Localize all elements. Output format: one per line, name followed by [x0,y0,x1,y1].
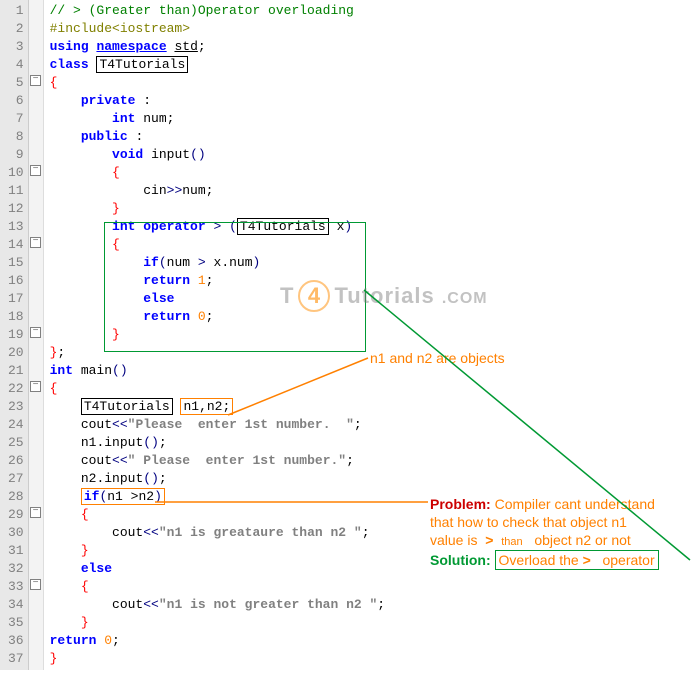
line-number: 22 [8,380,24,398]
line-number: 5 [8,74,24,92]
line-number: 20 [8,344,24,362]
fold-icon[interactable]: − [30,165,41,176]
fold-icon[interactable]: − [30,507,41,518]
code-line: } [50,650,698,668]
code-line: return 0; [50,632,698,650]
line-number: 27 [8,470,24,488]
code-line: } [50,614,698,632]
code-line: if(num > x.num) [50,254,698,272]
line-number: 10 [8,164,24,182]
code-line: void input() [50,146,698,164]
code-line: using namespace std; [50,38,698,56]
fold-icon[interactable]: − [30,237,41,248]
code-line: } [50,326,698,344]
line-number: 26 [8,452,24,470]
fold-icon[interactable]: − [30,579,41,590]
fold-icon[interactable]: − [30,381,41,392]
line-number: 17 [8,290,24,308]
code-line: { [50,380,698,398]
fold-gutter: − − − − − − − [29,0,44,670]
fold-icon[interactable]: − [30,75,41,86]
line-number: 14 [8,236,24,254]
line-number: 23 [8,398,24,416]
line-number: 9 [8,146,24,164]
line-number: 11 [8,182,24,200]
code-line: public : [50,128,698,146]
line-number: 24 [8,416,24,434]
code-line: T4Tutorials n1,n2; [50,398,698,416]
line-number: 28 [8,488,24,506]
code-line: } [50,200,698,218]
code-line: { [50,74,698,92]
line-number: 6 [8,92,24,110]
line-number: 3 [8,38,24,56]
line-number: 29 [8,506,24,524]
line-number: 34 [8,596,24,614]
code-line: int operator > (T4Tutorials x) [50,218,698,236]
line-number: 8 [8,128,24,146]
line-number: 30 [8,524,24,542]
code-line: class T4Tutorials [50,56,698,74]
code-line: { [50,578,698,596]
code-line: cin>>num; [50,182,698,200]
line-number-gutter: 1 2 3 4 5 6 7 8 9 10 11 12 13 14 15 16 1… [0,0,29,670]
line-number: 1 [8,2,24,20]
code-line: n1.input(); [50,434,698,452]
watermark: T4Tutorials .COM [280,280,488,312]
line-number: 7 [8,110,24,128]
line-number: 19 [8,326,24,344]
line-number: 12 [8,200,24,218]
code-line: private : [50,92,698,110]
line-number: 37 [8,650,24,668]
code-line: int num; [50,110,698,128]
line-number: 15 [8,254,24,272]
line-number: 13 [8,218,24,236]
code-line: #include<iostream> [50,20,698,38]
line-number: 16 [8,272,24,290]
line-number: 31 [8,542,24,560]
code-line: n2.input(); [50,470,698,488]
line-number: 35 [8,614,24,632]
line-number: 21 [8,362,24,380]
line-number: 33 [8,578,24,596]
line-number: 4 [8,56,24,74]
line-number: 32 [8,560,24,578]
fold-icon[interactable]: − [30,327,41,338]
problem-annotation: Problem: Compiler cant understand that h… [430,495,690,569]
objects-annotation: n1 and n2 are objects [370,350,505,366]
line-number: 2 [8,20,24,38]
line-number: 36 [8,632,24,650]
code-line: cout<<"n1 is not greater than n2 "; [50,596,698,614]
code-line: { [50,236,698,254]
code-line: cout<<" Please enter 1st number."; [50,452,698,470]
line-number: 18 [8,308,24,326]
code-line: // > (Greater than)Operator overloading [50,2,698,20]
code-line: cout<<"Please enter 1st number. "; [50,416,698,434]
code-line: { [50,164,698,182]
line-number: 25 [8,434,24,452]
